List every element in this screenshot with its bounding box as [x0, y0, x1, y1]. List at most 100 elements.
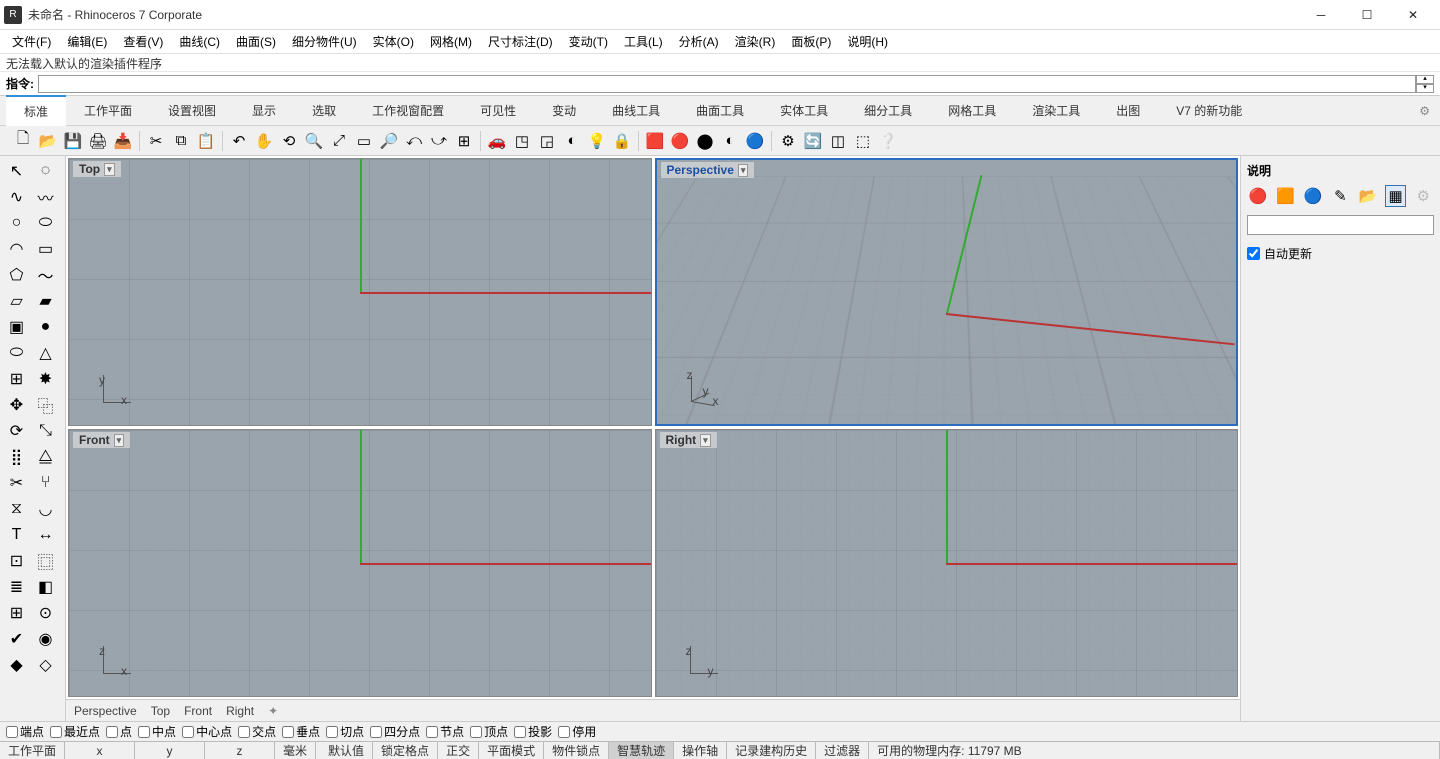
- freeform-icon[interactable]: ～: [32, 263, 59, 287]
- toolbar-tab-11[interactable]: 细分工具: [846, 96, 930, 125]
- split-icon[interactable]: ⑂: [32, 471, 59, 495]
- menu-item-10[interactable]: 工具(L): [618, 31, 669, 52]
- render3-icon[interactable]: ◇: [32, 653, 59, 677]
- lock-icon[interactable]: 🔒: [611, 130, 633, 152]
- menu-item-7[interactable]: 网格(M): [424, 31, 478, 52]
- new-icon[interactable]: 🗋: [12, 130, 34, 152]
- osnap-check-5[interactable]: [238, 726, 250, 738]
- pointer-icon[interactable]: ↖: [3, 159, 30, 183]
- viewport-right[interactable]: Right▾ zy: [655, 429, 1239, 697]
- panel-settings-icon[interactable]: ⚙: [1412, 185, 1434, 207]
- truck-icon[interactable]: 🚗: [486, 130, 508, 152]
- scale-icon[interactable]: ⤡: [32, 419, 59, 443]
- check-icon[interactable]: ✔: [3, 627, 30, 651]
- materials-icon[interactable]: 🔴: [669, 130, 691, 152]
- command-history-spinners[interactable]: ▴▾: [1416, 75, 1434, 93]
- osnap-7[interactable]: 切点: [326, 723, 364, 740]
- osnap-check-0[interactable]: [6, 726, 18, 738]
- chevron-down-icon[interactable]: ▾: [738, 164, 749, 177]
- osnap-4[interactable]: 中心点: [182, 723, 232, 740]
- osnap-check-1[interactable]: [50, 726, 62, 738]
- cplane-obj-icon[interactable]: ◲: [536, 130, 558, 152]
- osnap-8[interactable]: 四分点: [370, 723, 420, 740]
- status-toggle-6[interactable]: 记录建构历史: [727, 742, 816, 759]
- pan-icon[interactable]: ✋: [253, 130, 275, 152]
- rect-icon[interactable]: ▭: [32, 237, 59, 261]
- render-color-icon[interactable]: 🔴: [1247, 185, 1269, 207]
- env-sphere-icon[interactable]: 🔵: [1302, 185, 1324, 207]
- osnap-2[interactable]: 点: [106, 723, 132, 740]
- status-cplane[interactable]: 工作平面: [0, 742, 65, 759]
- osnap-check-4[interactable]: [182, 726, 194, 738]
- osnap-check-7[interactable]: [326, 726, 338, 738]
- toolbar-tab-1[interactable]: 工作平面: [66, 96, 150, 125]
- cplane2-icon[interactable]: ◫: [827, 130, 849, 152]
- copy-icon[interactable]: ⧉: [170, 130, 192, 152]
- surface-icon[interactable]: ▱: [3, 289, 30, 313]
- fillet-icon[interactable]: ◡: [32, 497, 59, 521]
- copy2-icon[interactable]: ⿻: [32, 393, 59, 417]
- toolbar-tab-0[interactable]: 标准: [6, 95, 66, 126]
- osnap-check-10[interactable]: [470, 726, 482, 738]
- chevron-down-icon[interactable]: ▾: [104, 163, 115, 176]
- toolbar-tab-12[interactable]: 网格工具: [930, 96, 1014, 125]
- view-tab-top[interactable]: Top: [151, 704, 170, 718]
- viewport-perspective[interactable]: Perspective▾ z y x: [655, 158, 1239, 426]
- array-icon[interactable]: ⣿: [3, 445, 30, 469]
- menu-item-4[interactable]: 曲面(S): [230, 31, 282, 52]
- shade-icon[interactable]: ◐: [561, 130, 583, 152]
- viewport-perspective-label[interactable]: Perspective▾: [661, 162, 755, 178]
- osnap-3[interactable]: 中点: [138, 723, 176, 740]
- osnap-6[interactable]: 垂点: [282, 723, 320, 740]
- ellipse-icon[interactable]: ⬭: [32, 211, 59, 235]
- osnap-0[interactable]: 端点: [6, 723, 44, 740]
- loft-icon[interactable]: ▰: [32, 289, 59, 313]
- chevron-down-icon[interactable]: ▾: [700, 434, 711, 447]
- view-tab-right[interactable]: Right: [226, 704, 254, 718]
- undo-icon[interactable]: ↶: [228, 130, 250, 152]
- texture-icon[interactable]: ◐: [719, 130, 741, 152]
- lasso-icon[interactable]: ◌: [32, 159, 59, 183]
- zoom-sel-icon[interactable]: 🔍: [303, 130, 325, 152]
- osnap-5[interactable]: 交点: [238, 723, 276, 740]
- toolbar-tab-3[interactable]: 显示: [234, 96, 294, 125]
- cplane3-icon[interactable]: ⬚: [852, 130, 874, 152]
- viewport-top[interactable]: Top▾ yx: [68, 158, 652, 426]
- osnap-check-12[interactable]: [558, 726, 570, 738]
- menu-item-12[interactable]: 渲染(R): [729, 31, 782, 52]
- options-icon[interactable]: ⚙: [777, 130, 799, 152]
- toolbar-tab-4[interactable]: 选取: [294, 96, 354, 125]
- render2-icon[interactable]: ◆: [3, 653, 30, 677]
- command-input[interactable]: [38, 75, 1416, 93]
- help-icon[interactable]: ❔: [877, 130, 899, 152]
- move-icon[interactable]: ✥: [3, 393, 30, 417]
- four-view-icon[interactable]: ⊞: [453, 130, 475, 152]
- status-layer[interactable]: 默认值: [316, 742, 373, 759]
- osnap-11[interactable]: 投影: [514, 723, 552, 740]
- paste-icon[interactable]: 📋: [195, 130, 217, 152]
- status-toggle-5[interactable]: 操作轴: [674, 742, 727, 759]
- undo-view-icon[interactable]: ⤺: [403, 130, 425, 152]
- osnap-1[interactable]: 最近点: [50, 723, 100, 740]
- import-icon[interactable]: 📥: [112, 130, 134, 152]
- analyze-icon[interactable]: ◉: [32, 627, 59, 651]
- toolbar-tab-7[interactable]: 变动: [534, 96, 594, 125]
- mesh-icon[interactable]: ⊞: [3, 367, 30, 391]
- refresh-icon[interactable]: 🔄: [802, 130, 824, 152]
- panel-gear-icon[interactable]: ▦: [1385, 185, 1407, 207]
- properties-icon[interactable]: ◧: [32, 575, 59, 599]
- circle-icon[interactable]: ○: [3, 211, 30, 235]
- toolbar-tab-13[interactable]: 渲染工具: [1014, 96, 1098, 125]
- toolbar-tab-6[interactable]: 可见性: [462, 96, 534, 125]
- toolbar-tab-8[interactable]: 曲线工具: [594, 96, 678, 125]
- menu-item-0[interactable]: 文件(F): [6, 31, 57, 52]
- maximize-button[interactable]: ☐: [1344, 0, 1390, 30]
- status-toggle-3[interactable]: 物件锁点: [544, 742, 609, 759]
- status-toggle-1[interactable]: 正交: [438, 742, 479, 759]
- menu-item-2[interactable]: 查看(V): [117, 31, 169, 52]
- cplane-world-icon[interactable]: ◳: [511, 130, 533, 152]
- toolbar-tab-14[interactable]: 出图: [1098, 96, 1158, 125]
- viewport-right-label[interactable]: Right▾: [660, 432, 717, 448]
- osnap-10[interactable]: 顶点: [470, 723, 508, 740]
- polygon-icon[interactable]: ⬠: [3, 263, 30, 287]
